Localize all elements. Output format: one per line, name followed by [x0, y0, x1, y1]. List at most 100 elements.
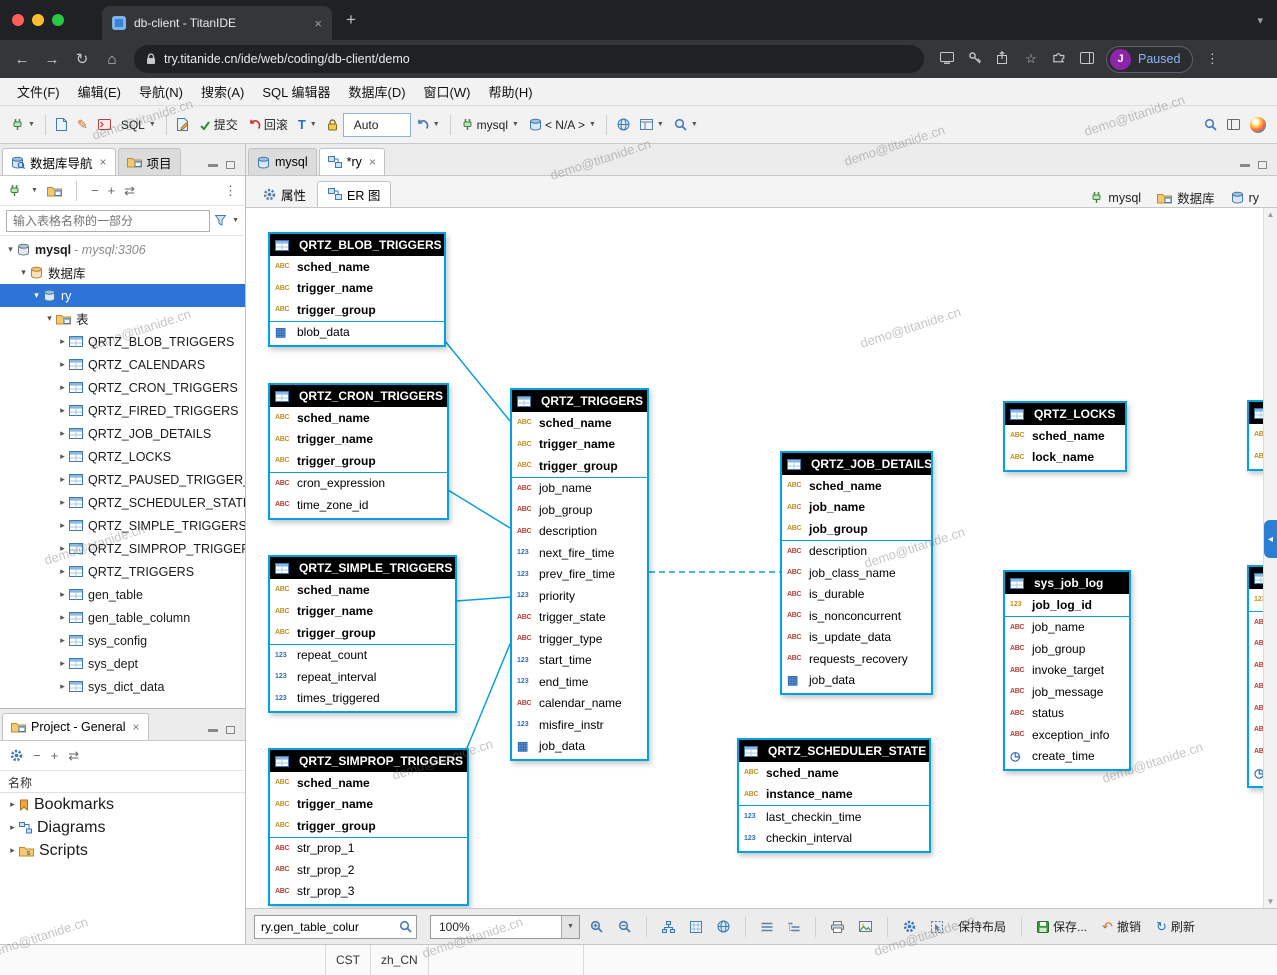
column-times_triggered[interactable]: 123times_triggered	[270, 688, 455, 710]
tree-item-QRTZ_LOCKS[interactable]: ▸QRTZ_LOCKS	[0, 445, 245, 468]
column-requests_recovery[interactable]: ABCrequests_recovery	[782, 648, 931, 670]
browser-tab[interactable]: db-client - TitanIDE ×	[102, 6, 332, 40]
refresh-connection-button[interactable]: ▼	[411, 112, 445, 138]
column-job_group[interactable]: ABCjob_group	[512, 499, 647, 521]
share-icon[interactable]	[994, 51, 1012, 67]
column-status[interactable]: ABCstatus	[1005, 703, 1129, 725]
project-item-Scripts[interactable]: ▸sScripts	[0, 839, 245, 862]
menu-item-3[interactable]: 搜索(A)	[192, 79, 253, 104]
transaction-mode-button[interactable]: T▼	[293, 112, 322, 138]
column-cron_expression[interactable]: ABCcron_expression	[270, 473, 447, 495]
toggle-relations-button[interactable]	[712, 914, 735, 940]
sql-edit-button[interactable]: ✎	[72, 112, 93, 138]
column-is_nonconcurrent[interactable]: ABCis_nonconcurrent	[782, 605, 931, 627]
column-trigger_state[interactable]: ABCtrigger_state	[512, 607, 647, 629]
relationship-line-0[interactable]	[445, 341, 510, 421]
collapsed-panel-toggle[interactable]: ◂	[1264, 520, 1277, 558]
expanded-arrow-icon[interactable]: ▾	[17, 267, 30, 278]
tree-item-QRTZ_FIRED_TRIGGERS[interactable]: ▸QRTZ_FIRED_TRIGGERS	[0, 399, 245, 422]
zoom-combo[interactable]: 100% ▼	[430, 915, 580, 939]
maximize-window-button[interactable]	[52, 14, 64, 26]
column-repeat_count[interactable]: 123repeat_count	[270, 645, 455, 667]
collapsed-arrow-icon[interactable]: ▸	[56, 589, 69, 600]
column-str_prop_3[interactable]: ABCstr_prop_3	[270, 881, 467, 903]
breadcrumb-database[interactable]: 数据库	[1157, 188, 1215, 207]
collapsed-arrow-icon[interactable]: ▸	[56, 497, 69, 508]
project-item-Bookmarks[interactable]: ▸Bookmarks	[0, 793, 245, 816]
new-connection-button[interactable]: ▼	[6, 112, 40, 138]
commit-button[interactable]: 提交	[194, 112, 243, 138]
perspective-button[interactable]	[1222, 112, 1245, 138]
new-folder-icon[interactable]	[47, 185, 62, 197]
tab-search-chevron-icon[interactable]: ▾	[1257, 14, 1263, 27]
breadcrumb-connection[interactable]: mysql	[1090, 191, 1141, 205]
column-lock_name[interactable]: ABClock_name	[1005, 447, 1125, 469]
tab-database-navigator[interactable]: 数据库导航 ×	[2, 148, 116, 175]
commit-mode-combo[interactable]: Auto	[343, 113, 411, 137]
column-blob_data[interactable]: ▦blob_data	[270, 322, 444, 344]
tree-item-gen_table_column[interactable]: ▸gen_table_column	[0, 606, 245, 629]
tab-project-explorer[interactable]: 项目	[118, 148, 181, 175]
zoom-in-button[interactable]	[585, 914, 608, 940]
column-description[interactable]: ABCdescription	[512, 521, 647, 543]
column-is_durable[interactable]: ABCis_durable	[782, 584, 931, 606]
column-trigger_group[interactable]: ABCtrigger_group	[270, 815, 467, 837]
menu-item-6[interactable]: 窗口(W)	[415, 79, 480, 104]
active-database-selector[interactable]: < N/A >▼	[524, 112, 601, 138]
vertical-scrollbar[interactable]: ▲ ▼	[1263, 208, 1277, 908]
reload-icon[interactable]: ↻	[68, 50, 96, 68]
expanded-arrow-icon[interactable]: ▾	[4, 244, 17, 255]
collapsed-arrow-icon[interactable]: ▸	[6, 845, 19, 856]
entity-QRTZ_SCHEDULER_STATE[interactable]: QRTZ_SCHEDULER_STATEABCsched_nameABCinst…	[737, 738, 931, 853]
save-diagram-button[interactable]: 保存...	[1032, 914, 1092, 940]
attributes-view-button[interactable]	[783, 914, 805, 940]
collapse-all-icon[interactable]: −	[91, 184, 99, 197]
entity-QRTZ_LOCKS[interactable]: QRTZ_LOCKSABCsched_nameABClock_name	[1003, 401, 1127, 472]
entity-sys_job_log[interactable]: sys_job_log123job_log_idABCjob_nameABCjo…	[1003, 570, 1131, 771]
tree-item-QRTZ_CRON_TRIGGERS[interactable]: ▸QRTZ_CRON_TRIGGERS	[0, 376, 245, 399]
tree-item-QRTZ_SCHEDULER_STATE[interactable]: ▸QRTZ_SCHEDULER_STATE	[0, 491, 245, 514]
column-job_message[interactable]: ABCjob_message	[1005, 681, 1129, 703]
column-job_name[interactable]: ABCjob_name	[1005, 617, 1129, 639]
toggle-grid-button[interactable]	[685, 914, 707, 940]
transaction-lock-button[interactable]	[322, 112, 343, 138]
rollback-button[interactable]: 回滚	[243, 112, 293, 138]
column-checkin_interval[interactable]: 123checkin_interval	[739, 828, 929, 850]
active-connection-selector[interactable]: mysql▼	[456, 112, 524, 138]
select-mode-button[interactable]	[926, 914, 948, 940]
back-icon[interactable]: ←	[8, 51, 36, 68]
column-sched_name[interactable]: ABCsched_name	[270, 407, 447, 429]
menu-item-1[interactable]: 编辑(E)	[69, 79, 130, 104]
column-sched_name[interactable]: ABCsched_name	[270, 772, 467, 794]
open-editor-button[interactable]	[172, 112, 194, 138]
collapsed-arrow-icon[interactable]: ▸	[56, 451, 69, 462]
view-menu-icon[interactable]: ⋮	[224, 184, 237, 197]
theme-sphere-button[interactable]	[1245, 112, 1271, 138]
minimize-window-button[interactable]	[32, 14, 44, 26]
sidepanel-icon[interactable]	[1078, 52, 1096, 67]
column-sched_name[interactable]: ABCsched_name	[270, 579, 455, 601]
column-invoke_target[interactable]: ABCinvoke_target	[1005, 660, 1129, 682]
menu-item-4[interactable]: SQL 编辑器	[253, 79, 339, 104]
collapse-icon[interactable]: −	[33, 749, 41, 762]
column-trigger_type[interactable]: ABCtrigger_type	[512, 628, 647, 650]
sql-script-button[interactable]	[51, 112, 72, 138]
expand-all-icon[interactable]: +	[108, 184, 116, 197]
entity-QRTZ_BLOB_TRIGGERS[interactable]: QRTZ_BLOB_TRIGGERSABCsched_nameABCtrigge…	[268, 232, 446, 347]
column-last_checkin_time[interactable]: 123last_checkin_time	[739, 806, 929, 828]
sql-menu-button[interactable]: SQL▼	[116, 112, 161, 138]
column-job_group[interactable]: ABCjob_group	[782, 518, 931, 540]
tree-item-QRTZ_JOB_DETAILS[interactable]: ▸QRTZ_JOB_DETAILS	[0, 422, 245, 445]
undo-button[interactable]: ↶撤销	[1097, 914, 1146, 940]
subtab-er-diagram[interactable]: ER 图	[317, 181, 391, 207]
column-sched_name[interactable]: ABCsched_name	[512, 412, 647, 434]
collapsed-arrow-icon[interactable]: ▸	[56, 566, 69, 577]
scroll-up-icon[interactable]: ▲	[1267, 210, 1275, 219]
close-window-button[interactable]	[12, 14, 24, 26]
collapsed-arrow-icon[interactable]: ▸	[56, 359, 69, 370]
column-start_time[interactable]: 123start_time	[512, 650, 647, 672]
maximize-editor-icon[interactable]	[1258, 161, 1267, 169]
collapsed-arrow-icon[interactable]: ▸	[56, 635, 69, 646]
menu-item-2[interactable]: 导航(N)	[130, 79, 192, 104]
collapsed-arrow-icon[interactable]: ▸	[56, 520, 69, 531]
